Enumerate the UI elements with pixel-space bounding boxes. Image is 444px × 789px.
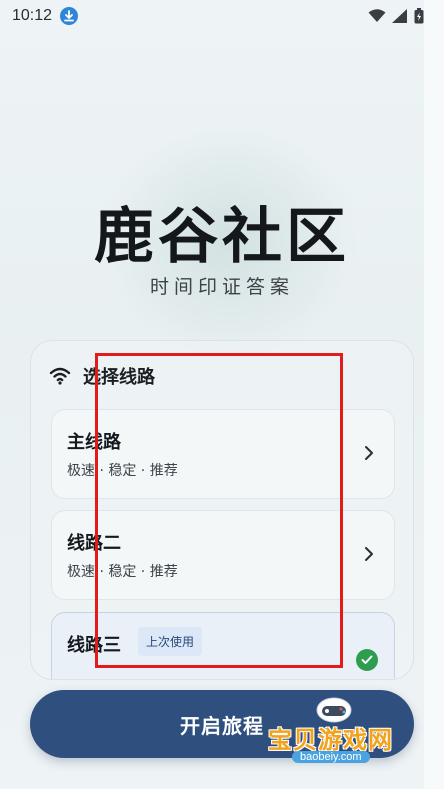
download-icon — [60, 7, 79, 25]
watermark: 宝贝游戏网 baobeiy.com — [268, 694, 418, 774]
status-right — [368, 8, 424, 24]
chevron-right-icon — [365, 446, 373, 460]
wifi-status-icon — [368, 9, 386, 22]
watermark-url: baobeiy.com — [292, 751, 370, 763]
status-left: 10:12 — [12, 7, 79, 25]
battery-icon — [414, 8, 424, 24]
highlight-annotation-box — [95, 353, 343, 668]
start-journey-label: 开启旅程 — [180, 713, 264, 738]
check-icon — [356, 649, 378, 671]
app-slogan: 时间印证答案 — [149, 276, 294, 298]
status-bar: 10:12 — [0, 0, 444, 32]
wifi-icon — [49, 367, 71, 385]
signal-icon — [392, 9, 407, 23]
watermark-text: 宝贝游戏网 — [268, 726, 393, 754]
right-edge-strip — [424, 0, 444, 789]
chevron-right-icon — [365, 547, 373, 561]
app-title: 鹿谷社区 — [94, 202, 350, 272]
status-time: 10:12 — [12, 7, 53, 24]
